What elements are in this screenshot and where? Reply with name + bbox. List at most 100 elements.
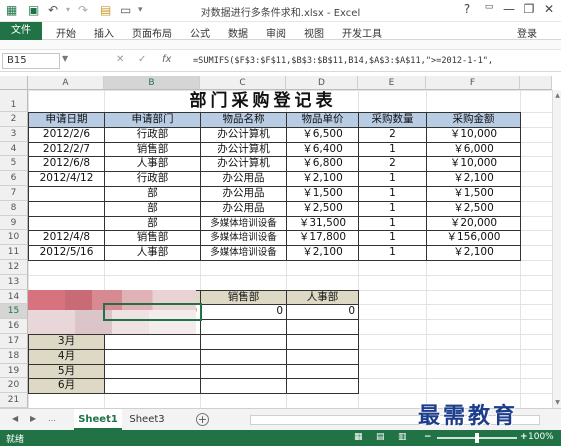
table-cell[interactable]: 2012/4/8 [28, 230, 105, 247]
table-cell[interactable]: ￥2,100 [286, 245, 359, 261]
table-cell[interactable]: ￥20,000 [426, 215, 521, 232]
summary-header-cell[interactable]: 销售部 [200, 289, 287, 306]
scroll-up-icon[interactable]: ▲ [553, 92, 561, 99]
tab-data[interactable]: 数据 [228, 25, 248, 40]
table-cell[interactable]: ￥1,500 [286, 186, 359, 202]
table-cell[interactable]: 销售部 [104, 141, 201, 158]
tab-home[interactable]: 开始 [56, 25, 76, 40]
table-cell[interactable] [28, 186, 105, 202]
table-cell[interactable]: ￥6,500 [286, 126, 359, 143]
table-cell[interactable]: 2012/4/12 [28, 171, 105, 187]
table-cell[interactable]: 多媒体培训设备 [200, 230, 287, 247]
row-header-1[interactable]: 1 [0, 90, 28, 112]
restore-button[interactable]: ❐ [520, 2, 538, 16]
table-cell[interactable]: 办公计算机 [200, 141, 287, 158]
column-header-e[interactable]: E [358, 76, 426, 90]
login-link[interactable]: 登录 [517, 25, 537, 40]
table-cell[interactable]: 多媒体培训设备 [200, 245, 287, 261]
sheet-title[interactable]: 部门采购登记表 [28, 90, 498, 112]
summary-value-cell[interactable] [200, 363, 287, 380]
next-sheet-icon[interactable]: ▶ [30, 414, 36, 423]
table-header-cell[interactable]: 申请日期 [28, 112, 105, 128]
add-sheet-button[interactable]: + [196, 413, 209, 426]
table-cell[interactable]: 部 [104, 200, 201, 217]
row-header-19[interactable]: 19 [0, 363, 28, 379]
summary-value-cell[interactable] [200, 348, 287, 365]
summary-month-label[interactable]: 5月 [28, 363, 105, 380]
table-cell[interactable]: 部 [104, 215, 201, 232]
cancel-icon[interactable]: ✕ [116, 54, 124, 65]
select-all-corner[interactable] [0, 76, 28, 90]
table-cell[interactable]: ￥1,500 [426, 186, 521, 202]
summary-value-cell[interactable] [200, 319, 287, 335]
table-cell[interactable]: 销售部 [104, 230, 201, 247]
row-header-15[interactable]: 15 [0, 304, 28, 320]
summary-value-cell[interactable] [286, 334, 359, 350]
zoom-out-button[interactable]: − [424, 432, 432, 442]
table-cell[interactable] [28, 215, 105, 232]
name-box-dropdown-icon[interactable]: ▼ [62, 54, 68, 63]
tab-view[interactable]: 视图 [304, 25, 324, 40]
row-header-12[interactable]: 12 [0, 260, 28, 275]
summary-month-label[interactable]: 4月 [28, 348, 105, 365]
table-cell[interactable]: 2012/2/6 [28, 126, 105, 143]
table-cell[interactable]: 1 [358, 230, 427, 247]
table-cell[interactable]: ￥6,400 [286, 141, 359, 158]
table-cell[interactable]: ￥2,100 [426, 171, 521, 187]
table-cell[interactable]: ￥156,000 [426, 230, 521, 247]
column-header-f[interactable]: F [426, 76, 520, 90]
tab-page-layout[interactable]: 页面布局 [132, 25, 172, 40]
summary-value-cell[interactable] [200, 334, 287, 350]
summary-value-cell[interactable] [200, 378, 287, 395]
minimize-button[interactable]: — [500, 2, 518, 16]
table-header-cell[interactable]: 物品单价 [286, 112, 359, 128]
column-header-a[interactable]: A [28, 76, 104, 90]
table-cell[interactable]: 办公用品 [200, 186, 287, 202]
table-header-cell[interactable]: 物品名称 [200, 112, 287, 128]
table-cell[interactable]: 1 [358, 245, 427, 261]
table-cell[interactable]: 1 [358, 186, 427, 202]
table-cell[interactable]: ￥10,000 [426, 156, 521, 173]
row-header-5[interactable]: 5 [0, 156, 28, 172]
table-cell[interactable]: 2 [358, 126, 427, 143]
summary-value-cell[interactable] [286, 348, 359, 365]
table-cell[interactable]: ￥10,000 [426, 126, 521, 143]
table-cell[interactable]: ￥2,500 [426, 200, 521, 217]
table-header-cell[interactable]: 采购数量 [358, 112, 427, 128]
row-header-21[interactable]: 21 [0, 393, 28, 408]
summary-value-cell[interactable] [286, 319, 359, 335]
tab-review[interactable]: 审阅 [266, 25, 286, 40]
page-layout-view-icon[interactable]: ▤ [376, 432, 385, 442]
table-cell[interactable]: 人事部 [104, 245, 201, 261]
row-header-18[interactable]: 18 [0, 348, 28, 364]
table-cell[interactable]: 办公用品 [200, 171, 287, 187]
summary-value-cell[interactable] [104, 334, 201, 350]
table-cell[interactable]: 2012/6/8 [28, 156, 105, 173]
summary-value-cell[interactable] [286, 363, 359, 380]
summary-month-label[interactable]: 6月 [28, 378, 105, 395]
ribbon-display-options-icon[interactable]: ▭ [480, 2, 498, 12]
worksheet-grid[interactable]: 部门采购登记表 申请日期 申请部门 物品名称 物品单价 采购数量 采购金额 2012/2/6… [28, 90, 552, 408]
zoom-in-button[interactable]: + [520, 432, 528, 442]
row-header-8[interactable]: 8 [0, 200, 28, 216]
row-header-4[interactable]: 4 [0, 141, 28, 157]
column-header-d[interactable]: D [286, 76, 358, 90]
row-header-9[interactable]: 9 [0, 215, 28, 231]
row-header-3[interactable]: 3 [0, 126, 28, 142]
prev-sheet-icon[interactable]: ◀ [12, 414, 18, 423]
table-cell[interactable]: ￥2,500 [286, 200, 359, 217]
row-header-11[interactable]: 11 [0, 245, 28, 260]
table-cell[interactable]: 部 [104, 186, 201, 202]
summary-value-cell[interactable]: 0 [286, 304, 359, 321]
table-cell[interactable]: ￥2,100 [426, 245, 521, 261]
summary-header-cell[interactable]: 人事部 [286, 289, 359, 306]
table-cell[interactable]: ￥31,500 [286, 215, 359, 232]
table-cell[interactable]: ￥2,100 [286, 171, 359, 187]
row-header-20[interactable]: 20 [0, 378, 28, 394]
table-cell[interactable]: 2012/2/7 [28, 141, 105, 158]
table-cell[interactable]: 2012/5/16 [28, 245, 105, 261]
row-header-7[interactable]: 7 [0, 186, 28, 201]
tab-developer[interactable]: 开发工具 [342, 25, 382, 40]
insert-function-icon[interactable]: fx [162, 54, 171, 65]
table-cell[interactable]: 1 [358, 141, 427, 158]
